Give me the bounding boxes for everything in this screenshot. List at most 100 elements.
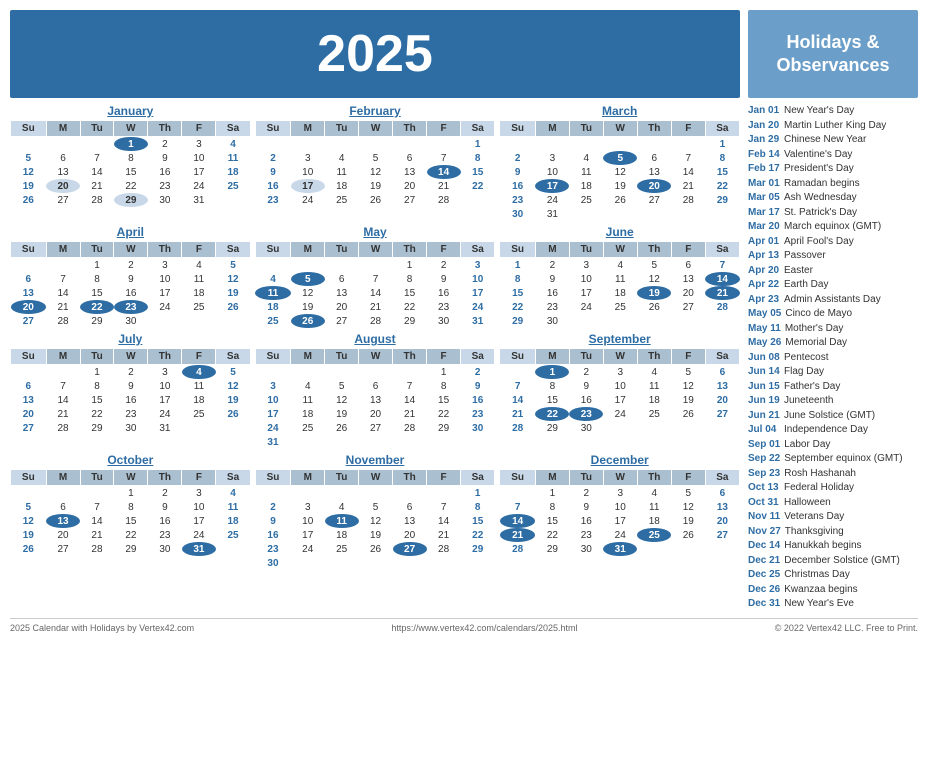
week-row: 24252627282930	[255, 421, 495, 435]
holiday-entry: Oct 31Halloween	[748, 496, 918, 509]
calendar-day	[291, 137, 325, 152]
calendar-day: 6	[46, 500, 80, 514]
day-header-m: M	[535, 242, 569, 258]
day-header-w: W	[114, 349, 148, 365]
calendar-day: 18	[637, 393, 671, 407]
calendar-day: 1	[461, 137, 495, 152]
footer-right: © 2022 Vertex42 LLC. Free to Print.	[775, 623, 918, 633]
holiday-name: Cinco de Mayo	[785, 307, 852, 320]
holidays-panel: Jan 01New Year's DayJan 20Martin Luther …	[748, 104, 918, 612]
calendar-day: 26	[637, 300, 671, 314]
calendar-day: 22	[393, 300, 427, 314]
calendar-day: 12	[325, 393, 359, 407]
calendar-day	[291, 486, 325, 501]
week-row: 13141516171819	[11, 393, 251, 407]
calendar-day	[671, 207, 705, 221]
day-header-su: Su	[500, 470, 536, 486]
calendar-day: 21	[46, 300, 80, 314]
calendar-day: 29	[705, 193, 739, 207]
calendar-day: 9	[148, 500, 182, 514]
calendar-day: 24	[291, 542, 325, 556]
calendar-day: 22	[535, 528, 569, 542]
week-row: 23242526272829	[255, 542, 495, 556]
calendar-day	[216, 421, 250, 435]
day-header-su: Su	[255, 349, 291, 365]
calendar-day	[705, 314, 739, 328]
day-header-tu: Tu	[80, 349, 114, 365]
calendar-day: 31	[603, 542, 637, 556]
calendar-day: 7	[427, 500, 461, 514]
week-row: 2345678	[255, 151, 495, 165]
day-header-sa: Sa	[216, 121, 250, 137]
calendar-day: 5	[359, 151, 393, 165]
calendar-day	[603, 314, 637, 328]
calendar-day: 12	[216, 272, 250, 286]
week-row: 18192021222324	[255, 300, 495, 314]
day-header-th: Th	[637, 349, 671, 365]
calendar-day: 18	[182, 286, 216, 300]
calendar-day	[427, 556, 461, 570]
calendar-day: 27	[705, 528, 739, 542]
calendar-day: 9	[569, 379, 603, 393]
calendar-day: 23	[500, 193, 536, 207]
week-row: 3031	[500, 207, 740, 221]
calendar-day	[603, 137, 637, 152]
calendar-day	[80, 486, 114, 501]
calendar-day: 8	[705, 151, 739, 165]
holiday-date: Jun 08	[748, 351, 780, 364]
day-header-f: F	[427, 470, 461, 486]
calendar-day: 23	[148, 179, 182, 193]
calendar-day	[671, 137, 705, 152]
calendar-day: 5	[359, 500, 393, 514]
calendar-day: 3	[148, 365, 182, 380]
calendar-day: 10	[148, 272, 182, 286]
calendar-day: 17	[255, 407, 291, 421]
calendar-day: 29	[114, 193, 148, 207]
holiday-name: Halloween	[784, 496, 831, 509]
calendar-table: SuMTuWThFSa12345678910111213141516171819…	[10, 469, 251, 556]
holiday-name: Ramadan begins	[784, 177, 860, 190]
holiday-entry: Dec 14Hanukkah begins	[748, 539, 918, 552]
day-header-f: F	[182, 470, 216, 486]
calendar-day	[325, 556, 359, 570]
calendar-day: 5	[11, 151, 47, 165]
calendar-day	[80, 137, 114, 152]
calendar-day: 14	[46, 393, 80, 407]
calendar-day: 8	[114, 151, 148, 165]
calendar-day: 10	[255, 393, 291, 407]
calendar-day: 5	[216, 365, 250, 380]
calendar-day	[359, 486, 393, 501]
calendar-day: 20	[325, 300, 359, 314]
holiday-date: Jan 29	[748, 133, 780, 146]
calendar-day	[325, 365, 359, 380]
week-row: 15161718192021	[500, 286, 740, 300]
calendar-day: 8	[80, 272, 114, 286]
calendar-day: 3	[291, 500, 325, 514]
holiday-date: Mar 20	[748, 220, 780, 233]
calendar-day: 25	[291, 421, 325, 435]
holiday-name: Passover	[784, 249, 826, 262]
calendar-day: 29	[461, 542, 495, 556]
calendar-day: 6	[11, 272, 47, 286]
month-title: January	[10, 104, 251, 118]
week-row: 11121314151617	[255, 286, 495, 300]
week-row: 45678910	[255, 272, 495, 286]
calendar-day: 29	[393, 314, 427, 328]
calendar-day: 8	[535, 379, 569, 393]
calendar-day: 28	[705, 300, 739, 314]
calendar-day: 19	[216, 393, 250, 407]
calendar-day: 17	[291, 528, 325, 542]
day-header-f: F	[671, 242, 705, 258]
calendar-row: JanuarySuMTuWThFSa1234567891011121314151…	[10, 104, 740, 221]
calendar-day	[461, 556, 495, 570]
calendar-day: 4	[637, 486, 671, 501]
month-title: February	[255, 104, 496, 118]
month-title: August	[255, 332, 496, 346]
calendar-day	[46, 137, 80, 152]
week-row: 25262728293031	[255, 314, 495, 328]
footer: 2025 Calendar with Holidays by Vertex42.…	[10, 618, 918, 633]
page-container: 2025 Holidays & Observances JanuarySuMTu…	[10, 10, 918, 633]
calendar-day: 16	[569, 514, 603, 528]
calendar-day: 8	[535, 500, 569, 514]
calendar-day: 13	[46, 514, 80, 528]
